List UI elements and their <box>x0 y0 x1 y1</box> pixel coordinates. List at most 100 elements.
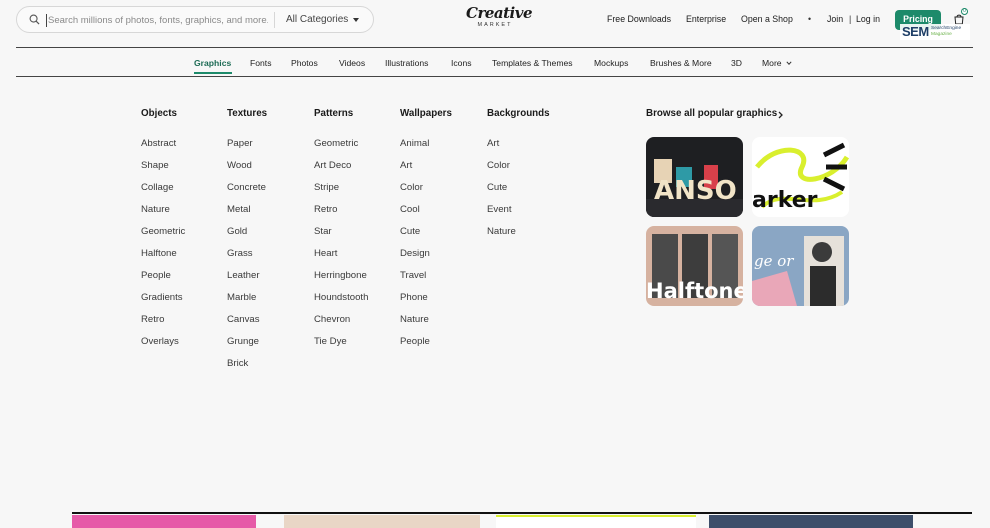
content-thumbnail-strip[interactable] <box>496 515 696 528</box>
column-heading[interactable]: Patterns <box>314 108 394 128</box>
tab-videos[interactable]: Videos <box>339 58 365 68</box>
menu-link[interactable]: Overlays <box>141 336 221 358</box>
tab-more[interactable]: More <box>762 58 782 68</box>
column-heading[interactable]: Objects <box>141 108 221 128</box>
menu-link[interactable]: Animal <box>400 138 480 160</box>
tab-templates-themes[interactable]: Templates & Themes <box>492 58 573 68</box>
watermark-logo: SEM SearchEngine Magazine <box>900 24 970 40</box>
column-heading[interactable]: Backgrounds <box>487 108 567 128</box>
popular-thumbnail[interactable]: Halftone <box>646 226 743 306</box>
chevron-down-icon[interactable] <box>786 60 792 66</box>
menu-link[interactable]: Art Deco <box>314 160 394 182</box>
tab-illustrations[interactable]: Illustrations <box>385 58 428 68</box>
menu-link[interactable]: Abstract <box>141 138 221 160</box>
menu-link[interactable]: Heart <box>314 248 394 270</box>
menu-link[interactable]: Art <box>400 160 480 182</box>
category-select[interactable]: All Categories <box>286 14 348 25</box>
tab-graphics[interactable]: Graphics <box>194 58 231 68</box>
tab-fonts[interactable]: Fonts <box>250 58 272 68</box>
join-link[interactable]: Join <box>827 14 843 24</box>
menu-link[interactable]: Retro <box>314 204 394 226</box>
menu-link[interactable]: Phone <box>400 292 480 314</box>
column-heading[interactable]: Textures <box>227 108 307 128</box>
menu-link[interactable]: Gradients <box>141 292 221 314</box>
menu-link[interactable]: Geometric <box>314 138 394 160</box>
search-input[interactable] <box>48 12 268 28</box>
content-thumbnail-strip[interactable] <box>72 515 256 528</box>
menu-link[interactable]: Herringbone <box>314 270 394 292</box>
creative-market-logo[interactable]: Creative MARKET <box>466 5 533 33</box>
menu-link[interactable]: Chevron <box>314 314 394 336</box>
content-thumbnail-strip[interactable] <box>284 515 480 528</box>
menu-link[interactable]: Tie Dye <box>314 336 394 358</box>
content-divider <box>72 512 972 514</box>
menu-link[interactable]: Shape <box>141 160 221 182</box>
menu-link[interactable]: Brick <box>227 358 307 380</box>
caret-down-icon[interactable] <box>353 18 359 22</box>
menu-link[interactable]: Wood <box>227 160 307 182</box>
menu-link[interactable]: Design <box>400 248 480 270</box>
menu-link[interactable]: Marble <box>227 292 307 314</box>
menu-link[interactable]: Geometric <box>141 226 221 248</box>
menu-link[interactable]: People <box>141 270 221 292</box>
menu-link[interactable]: Cool <box>400 204 480 226</box>
menu-link[interactable]: Houndstooth <box>314 292 394 314</box>
menu-link[interactable]: Nature <box>400 314 480 336</box>
free-downloads-link[interactable]: Free Downloads <box>607 14 671 24</box>
menu-link[interactable]: Grunge <box>227 336 307 358</box>
menu-link[interactable]: Cute <box>400 226 480 248</box>
menu-link[interactable]: People <box>400 336 480 358</box>
menu-link[interactable]: Grass <box>227 248 307 270</box>
tab-mockups[interactable]: Mockups <box>594 58 628 68</box>
menu-column-backgrounds: Backgrounds Art Color Cute Event Nature <box>487 108 567 248</box>
browse-popular-link[interactable]: Browse all popular graphics <box>646 108 777 119</box>
tab-brushes-more[interactable]: Brushes & More <box>650 58 712 68</box>
menu-link[interactable]: Cute <box>487 182 567 204</box>
menu-link[interactable]: Color <box>400 182 480 204</box>
chevron-right-icon[interactable] <box>777 111 784 119</box>
menu-link[interactable]: Paper <box>227 138 307 160</box>
content-thumbnail-strip[interactable] <box>709 515 913 528</box>
menu-link[interactable]: Collage <box>141 182 221 204</box>
menu-link[interactable]: Concrete <box>227 182 307 204</box>
header-divider: | <box>849 14 852 24</box>
thumbnail-text: arker <box>752 188 818 213</box>
open-shop-link[interactable]: Open a Shop <box>741 14 793 24</box>
menu-column-wallpapers: Wallpapers Animal Art Color Cool Cute De… <box>400 108 480 358</box>
menu-link[interactable]: Travel <box>400 270 480 292</box>
menu-link[interactable]: Leather <box>227 270 307 292</box>
menu-link[interactable]: Metal <box>227 204 307 226</box>
menu-link[interactable]: Event <box>487 204 567 226</box>
watermark-line1: SearchEngine <box>931 26 962 31</box>
menu-link[interactable]: Retro <box>141 314 221 336</box>
tab-icons[interactable]: Icons <box>451 58 472 68</box>
popular-thumbnail[interactable]: ANSO <box>646 137 743 217</box>
menu-link[interactable]: Nature <box>487 226 567 248</box>
active-tab-indicator <box>194 72 232 74</box>
menu-link[interactable]: Art <box>487 138 567 160</box>
search-divider <box>274 12 275 28</box>
tab-photos[interactable]: Photos <box>291 58 318 68</box>
popular-thumbnail[interactable]: arker <box>752 137 849 217</box>
search-icon[interactable] <box>29 14 40 25</box>
menu-link[interactable]: Star <box>314 226 394 248</box>
menu-link[interactable]: Gold <box>227 226 307 248</box>
watermark-line2: Magazine <box>931 32 952 37</box>
column-heading[interactable]: Wallpapers <box>400 108 480 128</box>
menu-link[interactable]: Color <box>487 160 567 182</box>
search-bar[interactable]: All Categories <box>16 6 374 33</box>
popular-thumbnail[interactable]: ge or <box>752 226 849 306</box>
menu-link[interactable]: Stripe <box>314 182 394 204</box>
menu-link[interactable]: Canvas <box>227 314 307 336</box>
header-divider-line <box>16 47 973 48</box>
cart-count-badge: 0 <box>961 8 968 15</box>
menu-column-objects: Objects Abstract Shape Collage Nature Ge… <box>141 108 221 358</box>
enterprise-link[interactable]: Enterprise <box>686 14 726 24</box>
tab-3d[interactable]: 3D <box>731 58 742 68</box>
logo-subtext: MARKET <box>477 22 513 28</box>
menu-column-patterns: Patterns Geometric Art Deco Stripe Retro… <box>314 108 394 358</box>
thumbnail-text: ANSO <box>654 176 737 206</box>
login-link[interactable]: Log in <box>856 14 880 24</box>
menu-link[interactable]: Halftone <box>141 248 221 270</box>
menu-link[interactable]: Nature <box>141 204 221 226</box>
